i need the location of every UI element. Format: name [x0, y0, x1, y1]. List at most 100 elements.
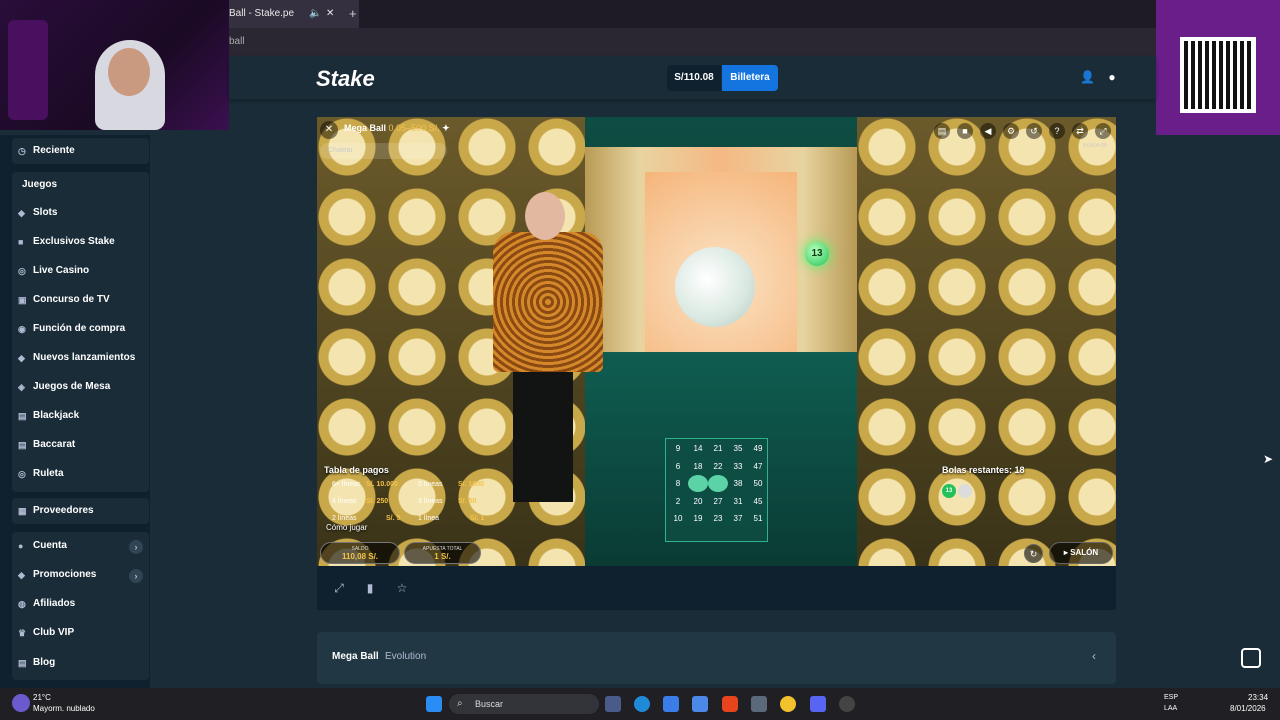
pin-icon[interactable]: ✦	[442, 123, 450, 133]
refresh-icon[interactable]: ↻	[1024, 544, 1043, 563]
sidebar-games-heading[interactable]: Juegos	[12, 172, 149, 198]
paytable-value: S/. 250	[366, 498, 389, 505]
obs-icon[interactable]	[839, 696, 855, 712]
sidebar-item-roulette[interactable]: ◎ Ruleta	[12, 461, 149, 487]
presenter	[483, 192, 613, 502]
sidebar-item-label: Reciente	[33, 145, 75, 156]
chat-icon[interactable]: ●	[1105, 70, 1119, 84]
paytable-value: S/. 10.000	[366, 481, 398, 488]
affiliates-icon: ◍	[18, 599, 26, 609]
pending-ball	[958, 484, 972, 498]
mute-icon[interactable]: 🔈	[309, 0, 321, 28]
lobby-button[interactable]: ▸ SALÓN	[1049, 542, 1113, 564]
trophy-icon: ♛	[18, 628, 27, 638]
sidebar-item-blackjack[interactable]: ▤ Blackjack	[12, 403, 149, 429]
sidebar-item-affiliates[interactable]: ◍ Afiliados	[12, 591, 149, 617]
chevron-left-icon[interactable]: ‹	[1092, 649, 1096, 663]
favorite-icon[interactable]: ☆	[394, 580, 410, 596]
fullscreen-icon[interactable]: ⤢	[1095, 123, 1111, 139]
edge-icon[interactable]	[634, 696, 650, 712]
browser-tab[interactable]: Ball - Stake.pe 🔈 ✕	[229, 0, 359, 28]
bingo-cell: 23	[713, 514, 723, 523]
volume-icon[interactable]: ◀	[980, 123, 996, 139]
stake-logo[interactable]: Stake	[316, 66, 375, 92]
bingo-cell	[708, 475, 728, 492]
sidebar-item-recent[interactable]: ◷ Reciente	[12, 138, 149, 164]
slots-icon: ◆	[18, 208, 25, 218]
new-tab-button[interactable]: +	[349, 0, 357, 28]
chat-toggle-icon[interactable]: ▤	[934, 123, 950, 139]
paytable-row: 4 líneas S/. 250 3 líneas S/. 50	[324, 498, 494, 515]
sidebar-item-blog[interactable]: ▤ Blog	[12, 650, 149, 676]
sidebar-item-bonus-buy[interactable]: ◉ Función de compra	[12, 316, 149, 342]
paytable-label: 4 líneas	[332, 498, 357, 505]
address-bar[interactable]: ball	[229, 28, 1156, 56]
baccarat-icon: ▤	[18, 440, 27, 450]
sidebar-item-promotions[interactable]: ◆ Promociones ›	[12, 562, 149, 588]
sidebar-item-label: Slots	[33, 207, 58, 218]
bingo-cell: 35	[733, 444, 743, 453]
chat-input[interactable]: Chatear	[320, 143, 447, 159]
weather-icon[interactable]	[12, 694, 30, 712]
bingo-cell: 19	[693, 514, 703, 523]
game-stream[interactable]: 13 ✕ Mega Ball 0,05–500 S/. ✦ Chatear ▤ …	[317, 117, 1116, 566]
sidebar-item-account[interactable]: ● Cuenta ›	[12, 533, 149, 559]
start-icon[interactable]	[426, 696, 442, 712]
clock-time[interactable]: 23:34	[1248, 693, 1268, 702]
brave-icon[interactable]	[722, 696, 738, 712]
calculator-icon[interactable]	[751, 696, 767, 712]
bingo-cell: 49	[753, 444, 763, 453]
close-icon[interactable]: ✕	[320, 121, 338, 139]
sidebar-item-exclusives[interactable]: ■ Exclusivos Stake	[12, 229, 149, 255]
sidebar-item-label: Concurso de TV	[33, 294, 110, 305]
sidebar-item-providers[interactable]: ▦ Proveedores	[12, 498, 149, 524]
sidebar-item-slots[interactable]: ◆ Slots	[12, 200, 149, 226]
chrome-icon[interactable]	[780, 696, 796, 712]
balance-display[interactable]: S/110.08	[667, 65, 721, 91]
video-icon[interactable]: ■	[957, 123, 973, 139]
settings-icon[interactable]: ⚙	[1003, 123, 1019, 139]
paytable-row: 6+ líneas S/. 10.000 5 líneas S/. 1000	[324, 481, 494, 498]
sidebar-item-table-games[interactable]: ◈ Juegos de Mesa	[12, 374, 149, 400]
task-view-icon[interactable]	[605, 696, 621, 712]
chevron-right-icon[interactable]: ›	[129, 569, 143, 583]
bingo-card[interactable]: 9 14 21 35 49 6 18 22 33 47 8 38 50 2 20 27 31 45 10 19 23 37…	[665, 438, 768, 542]
paytable-value: S/. 1	[470, 515, 485, 522]
game-info-bar[interactable]: Mega Ball Evolution ‹	[317, 632, 1116, 684]
history-icon[interactable]: ↺	[1026, 123, 1042, 139]
how-to-play-link[interactable]: Cómo jugar	[326, 523, 367, 532]
sidebar-item-live-casino[interactable]: ◎ Live Casino	[12, 258, 149, 284]
sidebar-item-vip[interactable]: ♛ Club VIP	[12, 620, 149, 646]
sidebar: ◷ Reciente Juegos ◆ Slots ■ Exclusivos Stak…	[0, 135, 150, 688]
sidebar-item-label: Live Casino	[33, 265, 90, 276]
balance-value: 110,08 S/.	[341, 552, 379, 561]
store-icon[interactable]	[692, 696, 708, 712]
bet-limits: 0,05–500 S/.	[388, 123, 440, 133]
chevron-right-icon[interactable]: ›	[129, 540, 143, 554]
discord-icon[interactable]	[810, 696, 826, 712]
user-icon[interactable]: 👤	[1080, 70, 1095, 84]
weather-desc: Mayorm. nublado	[33, 704, 95, 713]
theatre-mode-icon[interactable]: ⤢	[331, 580, 347, 596]
switch-icon[interactable]: ⇄	[1072, 123, 1088, 139]
clock-date[interactable]: 8/01/2026	[1230, 704, 1266, 713]
language-layout[interactable]: LAA	[1164, 705, 1177, 712]
total-bet-pill: APUESTA TOTAL 1 S/.	[404, 542, 481, 564]
bingo-cell	[688, 475, 708, 492]
help-icon[interactable]: ?	[1049, 123, 1065, 139]
stats-icon[interactable]: ▮	[362, 580, 378, 596]
ball-machine	[675, 247, 755, 327]
sidebar-item-game-shows[interactable]: ▣ Concurso de TV	[12, 287, 149, 313]
sidebar-item-new-releases[interactable]: ◆ Nuevos lanzamientos	[12, 345, 149, 371]
sidebar-item-label: Juegos de Mesa	[33, 381, 111, 392]
support-chat-icon[interactable]	[1241, 648, 1261, 668]
close-tab-icon[interactable]: ✕	[326, 0, 334, 28]
streamer-head	[108, 48, 150, 96]
taskbar-search[interactable]: Buscar	[449, 694, 599, 714]
bingo-cell: 22	[713, 461, 723, 471]
sidebar-item-baccarat[interactable]: ▤ Baccarat	[12, 432, 149, 458]
info-provider[interactable]: Evolution	[385, 651, 426, 662]
language-code[interactable]: ESP	[1164, 694, 1178, 701]
wallet-button[interactable]: Billetera	[722, 65, 778, 91]
notepad-icon[interactable]	[663, 696, 679, 712]
